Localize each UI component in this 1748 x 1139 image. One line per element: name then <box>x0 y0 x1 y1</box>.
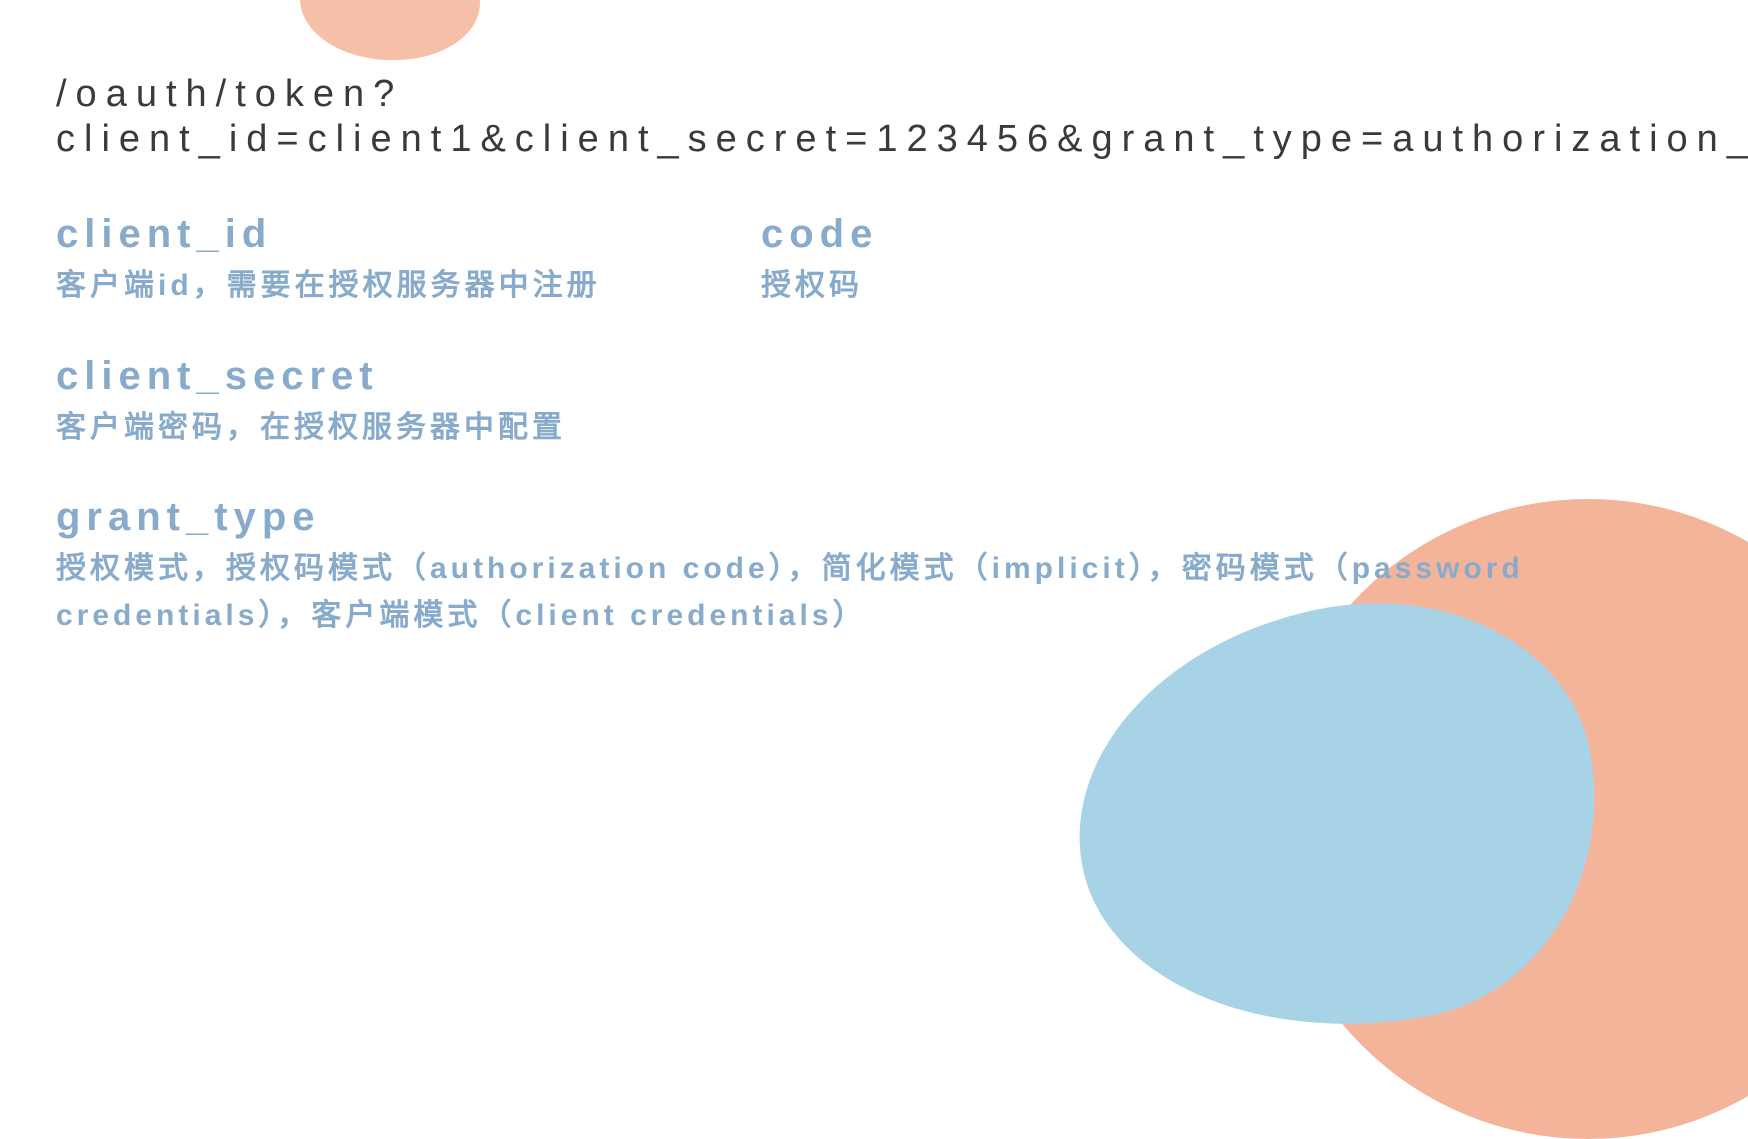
param-desc: 客户端id，需要在授权服务器中注册 <box>56 263 726 310</box>
param-title: code <box>761 212 1688 257</box>
param-title: grant_type <box>56 495 1688 540</box>
param-desc: 授权模式，授权码模式（authorization code），简化模式（impl… <box>56 546 1688 639</box>
request-url: /oauth/token?client_id=client1&client_se… <box>56 72 1688 162</box>
param-desc: 客户端密码，在授权服务器中配置 <box>56 405 1688 452</box>
param-title: client_id <box>56 212 726 257</box>
param-client-secret: client_secret 客户端密码，在授权服务器中配置 <box>56 354 1688 452</box>
param-code: code 授权码 <box>761 212 1688 310</box>
params-section: client_id 客户端id，需要在授权服务器中注册 code 授权码 cli… <box>56 212 1688 639</box>
decor-blob-top <box>300 0 480 60</box>
param-desc: 授权码 <box>761 263 1688 310</box>
param-grant-type: grant_type 授权模式，授权码模式（authorization code… <box>56 495 1688 639</box>
param-title: client_secret <box>56 354 1688 399</box>
param-client-id: client_id 客户端id，需要在授权服务器中注册 <box>56 212 726 310</box>
